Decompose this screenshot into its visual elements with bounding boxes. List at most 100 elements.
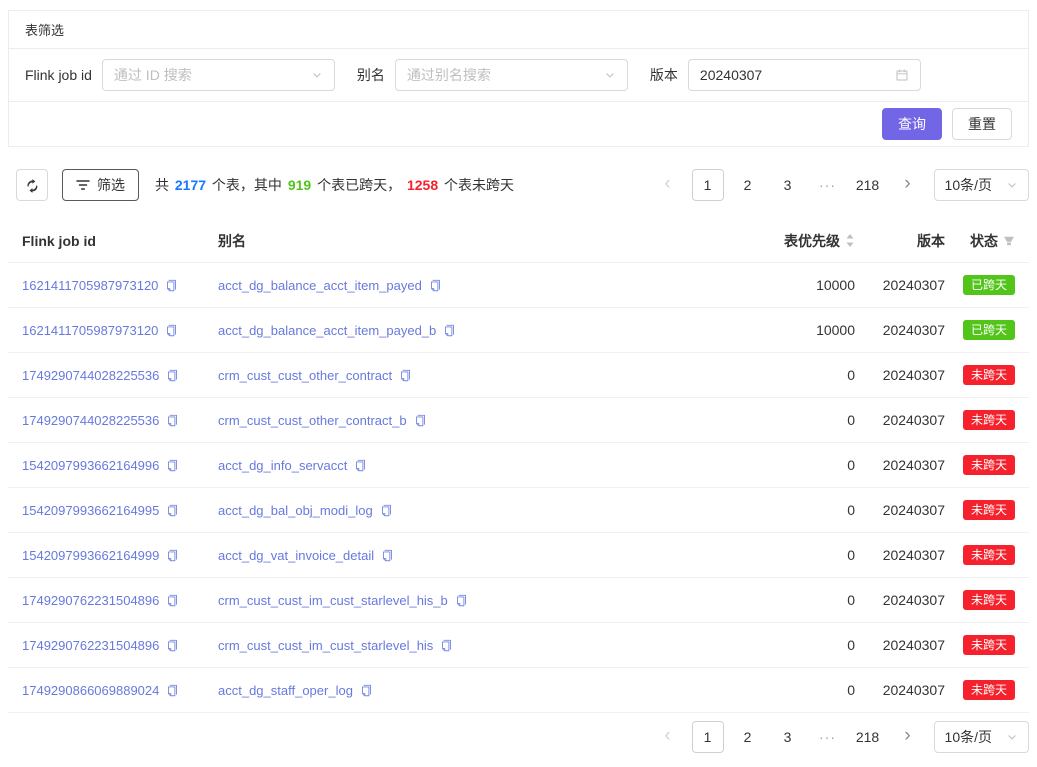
priority-cell: 0: [685, 457, 855, 473]
status-badge: 未跨天: [963, 545, 1015, 565]
alias-link[interactable]: acct_dg_info_servacct: [218, 458, 347, 473]
table-row: 1749290744028225536 crm_cust_cust_other_…: [8, 353, 1029, 398]
page-button-2[interactable]: 2: [732, 169, 764, 201]
query-button[interactable]: 查询: [882, 108, 942, 140]
table-row: 1749290866069889024 acct_dg_staff_oper_l…: [8, 668, 1029, 713]
header-priority[interactable]: 表优先级: [685, 231, 855, 251]
summary-seg1: 个表，其中: [208, 177, 286, 193]
copy-icon[interactable]: [429, 279, 442, 292]
version-cell: 20240307: [855, 322, 945, 338]
copy-icon[interactable]: [166, 549, 179, 562]
header-status: 状态: [945, 231, 1015, 251]
alias-link[interactable]: acct_dg_staff_oper_log: [218, 683, 353, 698]
copy-icon[interactable]: [399, 369, 412, 382]
copy-icon[interactable]: [166, 504, 179, 517]
priority-cell: 0: [685, 637, 855, 653]
filter-button[interactable]: 筛选: [62, 169, 139, 201]
copy-icon[interactable]: [165, 324, 178, 337]
flink-job-id-link[interactable]: 1749290744028225536: [22, 368, 159, 383]
version-cell: 20240307: [855, 637, 945, 653]
flink-job-id-link[interactable]: 1542097993662164996: [22, 458, 159, 473]
flink-job-id-link[interactable]: 1749290762231504896: [22, 638, 159, 653]
page-button-3[interactable]: 3: [772, 169, 804, 201]
copy-icon[interactable]: [414, 414, 427, 427]
status-cell: 未跨天: [945, 365, 1015, 385]
copy-icon[interactable]: [166, 459, 179, 472]
flink-job-id-link[interactable]: 1749290762231504896: [22, 593, 159, 608]
table-row: 1542097993662164996 acct_dg_info_servacc…: [8, 443, 1029, 488]
version-cell: 20240307: [855, 502, 945, 518]
flink-job-id-cell: 1621411705987973120: [22, 322, 218, 338]
page-button-1[interactable]: 1: [692, 721, 724, 753]
summary-crossed-count: 919: [288, 177, 311, 193]
filter-button-label: 筛选: [97, 175, 125, 195]
copy-icon[interactable]: [166, 594, 179, 607]
priority-cell: 0: [685, 682, 855, 698]
prev-page-button[interactable]: ‹: [652, 169, 684, 201]
alias-cell: acct_dg_balance_acct_item_payed: [218, 277, 685, 293]
prev-page-button[interactable]: ‹: [652, 721, 684, 753]
page-size-label: 10条/页: [945, 727, 992, 747]
copy-icon[interactable]: [455, 594, 468, 607]
chevron-down-icon: [1006, 731, 1018, 743]
alias-select[interactable]: 通过别名搜索: [395, 59, 628, 91]
summary-text: 共 2177 个表，其中 919 个表已跨天， 1258 个表未跨天: [155, 175, 514, 195]
alias-link[interactable]: crm_cust_cust_im_cust_starlevel_his_b: [218, 593, 448, 608]
page-size-select[interactable]: 10条/页: [934, 721, 1029, 753]
copy-icon[interactable]: [165, 279, 178, 292]
copy-icon[interactable]: [166, 369, 179, 382]
page-size-label: 10条/页: [945, 175, 992, 195]
version-date-picker[interactable]: 20240307: [688, 59, 921, 91]
copy-icon[interactable]: [440, 639, 453, 652]
flink-job-id-link[interactable]: 1621411705987973120: [22, 278, 158, 293]
flink-job-id-link[interactable]: 1542097993662164995: [22, 503, 159, 518]
alias-cell: crm_cust_cust_im_cust_starlevel_his: [218, 637, 685, 653]
page-size-select[interactable]: 10条/页: [934, 169, 1029, 201]
page-button-218[interactable]: 218: [852, 721, 884, 753]
refresh-button[interactable]: [16, 169, 48, 201]
flink-job-id-link[interactable]: 1542097993662164999: [22, 548, 159, 563]
summary-uncrossed-count: 1258: [407, 177, 438, 193]
copy-icon[interactable]: [166, 414, 179, 427]
alias-cell: crm_cust_cust_other_contract_b: [218, 412, 685, 428]
flink-job-id-cell: 1749290762231504896: [22, 637, 218, 653]
status-badge: 未跨天: [963, 680, 1015, 700]
filter-card-footer: 查询 重置: [9, 101, 1028, 146]
next-page-button[interactable]: ›: [892, 169, 924, 201]
priority-cell: 0: [685, 592, 855, 608]
next-page-button[interactable]: ›: [892, 721, 924, 753]
page-button-2[interactable]: 2: [732, 721, 764, 753]
alias-link[interactable]: crm_cust_cust_other_contract: [218, 368, 392, 383]
copy-icon[interactable]: [354, 459, 367, 472]
copy-icon[interactable]: [381, 549, 394, 562]
alias-link[interactable]: acct_dg_balance_acct_item_payed_b: [218, 323, 436, 338]
alias-link[interactable]: crm_cust_cust_other_contract_b: [218, 413, 407, 428]
page-button-1[interactable]: 1: [692, 169, 724, 201]
summary-seg2: 个表已跨天，: [313, 177, 405, 193]
alias-link[interactable]: acct_dg_bal_obj_modi_log: [218, 503, 373, 518]
sort-icon[interactable]: [845, 233, 855, 248]
flink-job-id-link[interactable]: 1621411705987973120: [22, 323, 158, 338]
page-button-3[interactable]: 3: [772, 721, 804, 753]
flink-job-id-placeholder: 通过 ID 搜索: [114, 65, 192, 85]
copy-icon[interactable]: [380, 504, 393, 517]
flink-job-id-select[interactable]: 通过 ID 搜索: [102, 59, 335, 91]
alias-cell: acct_dg_info_servacct: [218, 457, 685, 473]
alias-link[interactable]: acct_dg_vat_invoice_detail: [218, 548, 374, 563]
version-cell: 20240307: [855, 682, 945, 698]
copy-icon[interactable]: [360, 684, 373, 697]
pagination-bottom: ‹123···218›10条/页: [652, 721, 1029, 753]
reset-button[interactable]: 重置: [952, 108, 1012, 140]
flink-job-id-cell: 1542097993662164999: [22, 547, 218, 563]
flink-job-id-link[interactable]: 1749290744028225536: [22, 413, 159, 428]
alias-link[interactable]: acct_dg_balance_acct_item_payed: [218, 278, 422, 293]
page-button-218[interactable]: 218: [852, 169, 884, 201]
column-filter-icon[interactable]: [1003, 235, 1015, 247]
alias-link[interactable]: crm_cust_cust_im_cust_starlevel_his: [218, 638, 433, 653]
copy-icon[interactable]: [166, 639, 179, 652]
copy-icon[interactable]: [166, 684, 179, 697]
calendar-icon: [895, 68, 909, 82]
status-cell: 未跨天: [945, 635, 1015, 655]
flink-job-id-link[interactable]: 1749290866069889024: [22, 683, 159, 698]
copy-icon[interactable]: [443, 324, 456, 337]
